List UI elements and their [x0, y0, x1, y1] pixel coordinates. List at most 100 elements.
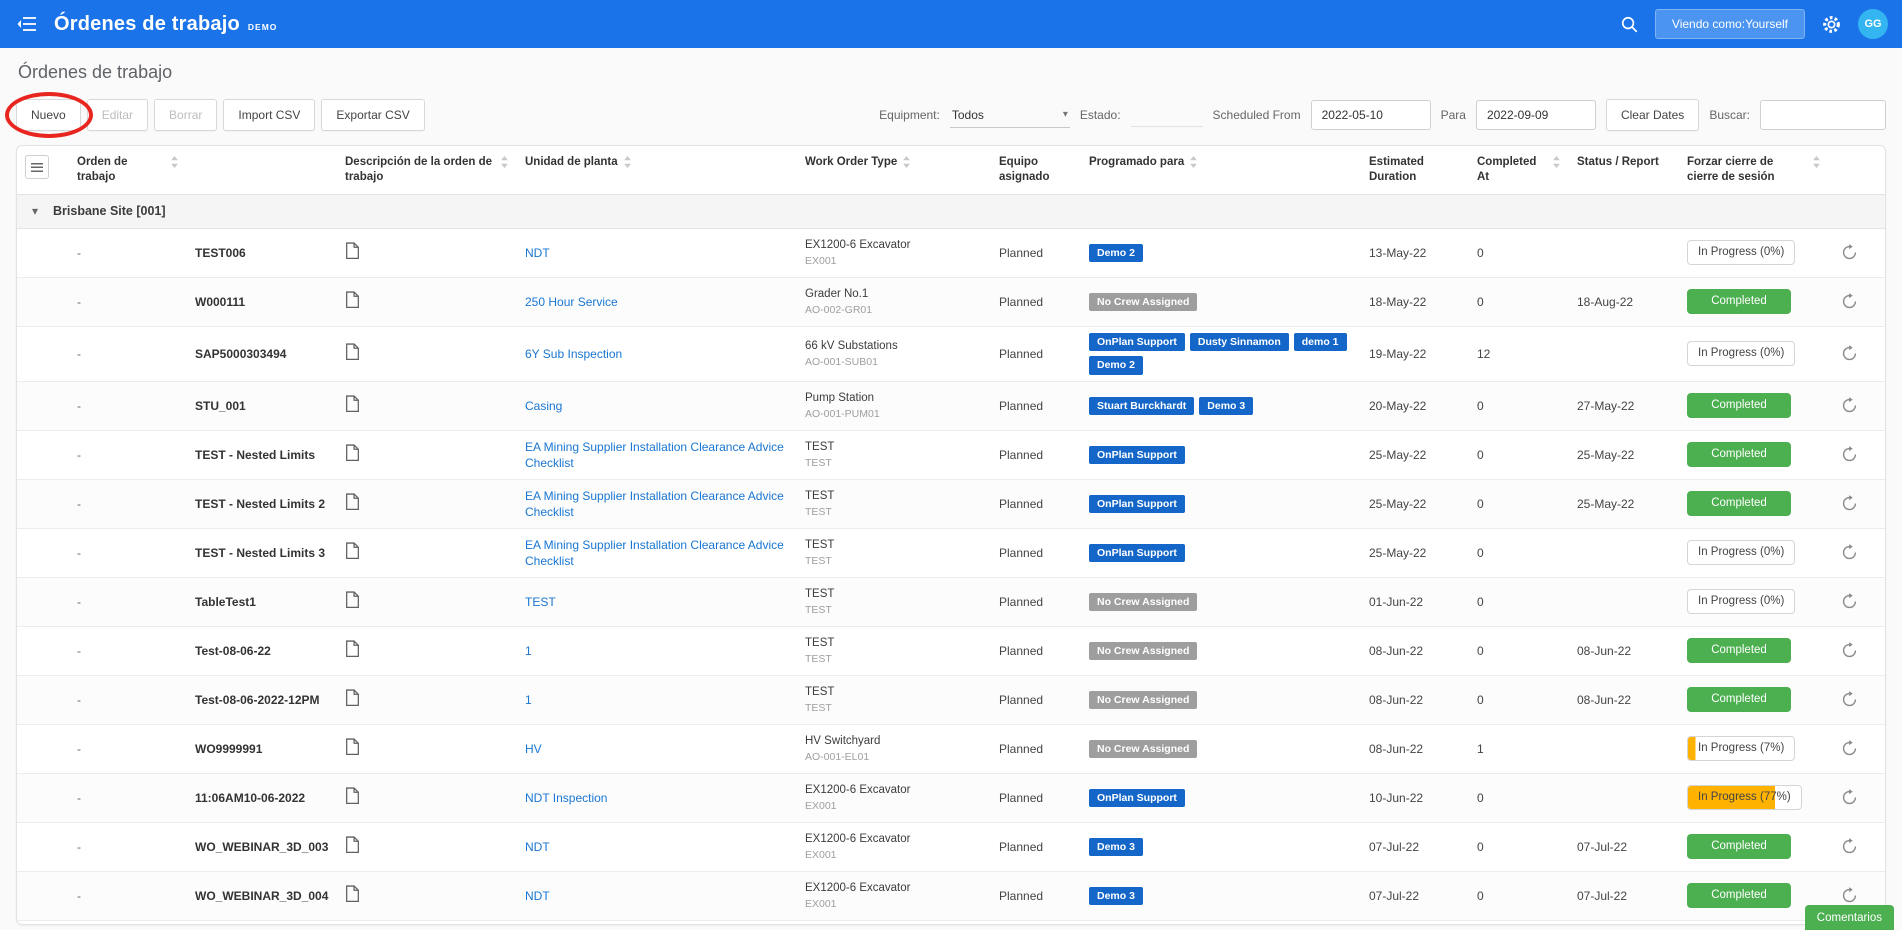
- sort-icon[interactable]: [902, 156, 911, 168]
- sort-icon[interactable]: [1189, 156, 1198, 168]
- sort-icon[interactable]: [623, 156, 632, 168]
- work-order-name-cell: TableTest1: [195, 594, 256, 609]
- document-icon[interactable]: [345, 787, 360, 805]
- plant-unit-link[interactable]: EA Mining Supplier Installation Clearanc…: [525, 440, 784, 470]
- settings-gear-icon[interactable]: [1821, 14, 1842, 35]
- force-signoff-icon[interactable]: [1837, 638, 1862, 663]
- force-signoff-icon[interactable]: [1837, 540, 1862, 565]
- status-badge[interactable]: In Progress (0%): [1687, 589, 1796, 615]
- search-icon[interactable]: [1620, 15, 1639, 34]
- plant-unit-link[interactable]: EA Mining Supplier Installation Clearanc…: [525, 538, 784, 568]
- clear-dates-button[interactable]: Clear Dates: [1605, 99, 1700, 131]
- document-icon[interactable]: [345, 493, 360, 511]
- column-header-forzar[interactable]: Forzar cierre de cierre de sesión: [1679, 146, 1829, 194]
- status-badge[interactable]: Completed: [1687, 491, 1791, 517]
- document-icon[interactable]: [345, 738, 360, 756]
- status-badge[interactable]: Completed: [1687, 289, 1791, 315]
- column-header-label: Equipo asignado: [999, 156, 1050, 183]
- toolbar-button-import-csv[interactable]: Import CSV: [223, 99, 316, 131]
- column-header-wo_type[interactable]: Work Order Type: [797, 146, 991, 194]
- plant-unit-link[interactable]: HV: [525, 742, 542, 756]
- column-header-desc[interactable]: Descripción de la orden de trabajo: [337, 146, 517, 194]
- sidebar-toggle-icon[interactable]: [14, 11, 40, 37]
- status-badge[interactable]: Completed: [1687, 687, 1791, 713]
- status-badge[interactable]: Completed: [1687, 834, 1791, 860]
- force-signoff-icon[interactable]: [1837, 393, 1862, 418]
- column-header-completed[interactable]: Completed At: [1469, 146, 1569, 194]
- plant-unit-link[interactable]: NDT: [525, 246, 550, 260]
- document-icon[interactable]: [345, 640, 360, 658]
- work-order-type-cell: TEST TEST: [797, 581, 991, 623]
- status-badge[interactable]: Completed: [1687, 638, 1791, 664]
- document-icon[interactable]: [345, 242, 360, 260]
- document-icon[interactable]: [345, 542, 360, 560]
- column-header-label: Descripción de la orden de trabajo: [345, 156, 492, 183]
- column-header-orden[interactable]: Orden de trabajo: [69, 146, 187, 194]
- document-icon[interactable]: [345, 591, 360, 609]
- comments-button[interactable]: Comentarios: [1804, 905, 1894, 930]
- toolbar-button-nuevo[interactable]: Nuevo: [16, 99, 81, 131]
- status-cell: Completed: [1679, 283, 1829, 320]
- document-icon[interactable]: [345, 885, 360, 903]
- plant-unit-cell: HV: [517, 735, 797, 763]
- avatar[interactable]: GG: [1858, 9, 1888, 39]
- document-icon[interactable]: [345, 343, 360, 361]
- column-header-unidad[interactable]: Unidad de planta: [517, 146, 797, 194]
- document-icon[interactable]: [345, 291, 360, 309]
- plant-unit-link[interactable]: 1: [525, 693, 532, 707]
- force-signoff-icon[interactable]: [1837, 240, 1862, 265]
- force-signoff-icon[interactable]: [1837, 289, 1862, 314]
- status-badge[interactable]: Completed: [1687, 393, 1791, 419]
- plant-unit-link[interactable]: TEST: [525, 595, 556, 609]
- force-signoff-icon[interactable]: [1837, 834, 1862, 859]
- sort-icon[interactable]: [170, 156, 179, 168]
- document-icon[interactable]: [345, 836, 360, 854]
- force-signoff-icon[interactable]: [1837, 785, 1862, 810]
- sort-icon[interactable]: [1812, 156, 1821, 168]
- plant-unit-cell: NDT: [517, 239, 797, 267]
- force-signoff-icon[interactable]: [1837, 687, 1862, 712]
- status-badge[interactable]: In Progress (0%): [1687, 240, 1796, 266]
- plant-unit-link[interactable]: 1: [525, 644, 532, 658]
- action-cell: [1829, 534, 1879, 571]
- status-badge[interactable]: In Progress (0%): [1687, 540, 1796, 566]
- status-badge[interactable]: In Progress (77%): [1687, 785, 1802, 811]
- crew-badges: Demo 3: [1089, 837, 1353, 857]
- description-cell: [337, 830, 517, 864]
- status-badge[interactable]: Completed: [1687, 442, 1791, 468]
- para-input[interactable]: [1475, 100, 1596, 130]
- toolbar-button-exportar-csv[interactable]: Exportar CSV: [321, 99, 425, 131]
- work-order-type-cell: TEST TEST: [797, 532, 991, 574]
- column-picker-icon[interactable]: [25, 155, 49, 179]
- plant-unit-link[interactable]: 250 Hour Service: [525, 295, 618, 309]
- estimated-duration-cell: 25-May-22: [1369, 496, 1427, 511]
- status-badge[interactable]: In Progress (0%): [1687, 341, 1796, 367]
- plant-unit-link[interactable]: NDT: [525, 889, 550, 903]
- document-icon[interactable]: [345, 444, 360, 462]
- force-signoff-icon[interactable]: [1837, 442, 1862, 467]
- work-order-number-cell: -: [77, 643, 81, 658]
- action-cell: [1829, 387, 1879, 424]
- viewing-as-button[interactable]: Viendo como:Yourself: [1654, 9, 1805, 39]
- sort-icon[interactable]: [1552, 156, 1561, 168]
- force-signoff-icon[interactable]: [1837, 736, 1862, 761]
- plant-unit-link[interactable]: EA Mining Supplier Installation Clearanc…: [525, 489, 784, 519]
- document-icon[interactable]: [345, 689, 360, 707]
- plant-unit-link[interactable]: NDT Inspection: [525, 791, 607, 805]
- status-badge[interactable]: In Progress (7%): [1687, 736, 1796, 762]
- equipment-select[interactable]: Todos ▾: [949, 103, 1070, 128]
- document-icon[interactable]: [345, 395, 360, 413]
- column-header-programado[interactable]: Programado para: [1081, 146, 1361, 194]
- group-collapse-icon[interactable]: ▾: [27, 204, 43, 218]
- plant-unit-link[interactable]: NDT: [525, 840, 550, 854]
- plant-unit-link[interactable]: Casing: [525, 399, 562, 413]
- estado-field[interactable]: [1130, 103, 1203, 127]
- force-signoff-icon[interactable]: [1837, 589, 1862, 614]
- force-signoff-icon[interactable]: [1837, 341, 1862, 366]
- sort-icon[interactable]: [500, 156, 509, 168]
- status-badge[interactable]: Completed: [1687, 883, 1791, 909]
- scheduled-from-input[interactable]: [1310, 100, 1431, 130]
- plant-unit-link[interactable]: 6Y Sub Inspection: [525, 347, 622, 361]
- force-signoff-icon[interactable]: [1837, 491, 1862, 516]
- buscar-input[interactable]: [1760, 100, 1886, 130]
